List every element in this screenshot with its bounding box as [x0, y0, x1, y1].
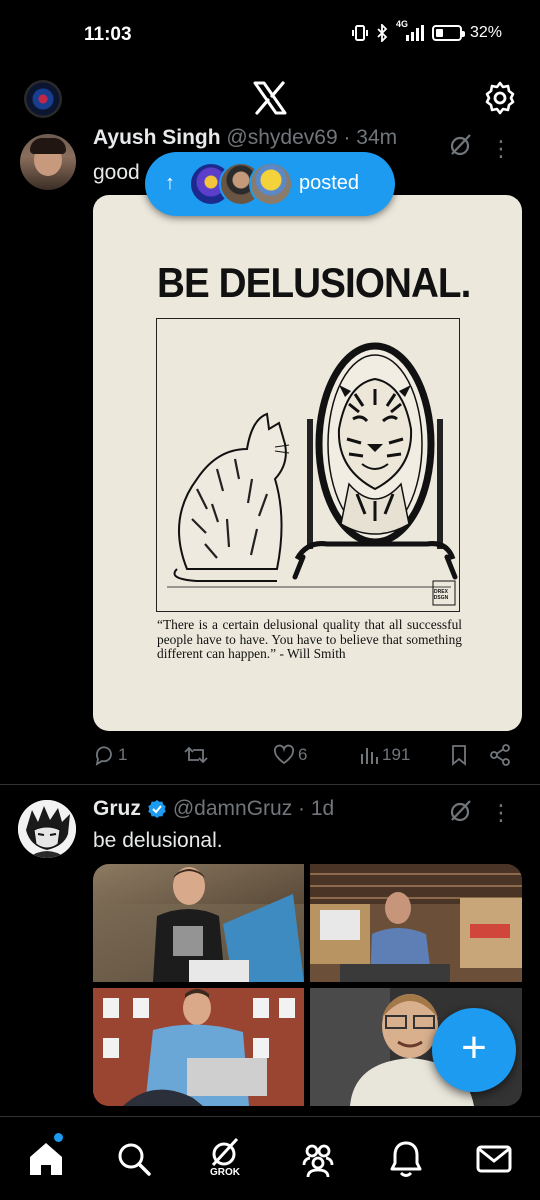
more-icon[interactable]: ⋮: [490, 136, 512, 162]
photo-3-illustration: [93, 988, 304, 1106]
views-icon: [361, 748, 378, 764]
photo-1-illustration: [93, 867, 304, 982]
bookmark-icon[interactable]: [449, 744, 469, 766]
communities-icon[interactable]: [296, 1137, 340, 1181]
reply-button[interactable]: 1: [93, 744, 127, 766]
author-handle[interactable]: @damnGruz · 1d: [173, 797, 334, 821]
tweet-header: Ayush Singh @shydev69 · 34m: [93, 128, 397, 150]
photo-2[interactable]: [310, 864, 522, 982]
author-name[interactable]: Ayush Singh: [93, 128, 221, 149]
battery-fill: [435, 29, 443, 37]
tweet-image[interactable]: BE DELUSIONAL. DREX DSGN “There is a cer…: [93, 195, 522, 731]
search-icon[interactable]: [112, 1137, 156, 1181]
home-icon[interactable]: [24, 1137, 68, 1181]
vibrate-icon: [351, 25, 368, 41]
tweet-ayush[interactable]: Ayush Singh @shydev69 · 34m ⋮ good BE DE…: [0, 128, 540, 788]
status-bar: 11:03 4G 32%: [0, 0, 540, 72]
tweet-actions: 1 6 191: [93, 744, 523, 774]
cat-tiger-mirror-illustration: [167, 342, 458, 606]
grok-label: GROK: [210, 1167, 240, 1178]
compose-button[interactable]: +: [432, 1008, 516, 1092]
avatar[interactable]: [18, 800, 76, 858]
posted-label: posted: [299, 172, 360, 194]
poster-watermark: DREX DSGN: [433, 589, 449, 601]
bluetooth-icon: [377, 24, 388, 42]
mail-icon[interactable]: [472, 1137, 516, 1181]
grok-icon: [211, 1137, 239, 1167]
top-bar: [0, 72, 540, 128]
home-notification-dot: [54, 1133, 63, 1142]
profile-avatar-button[interactable]: [24, 80, 62, 118]
grok-icon[interactable]: [448, 798, 474, 824]
x-logo-icon[interactable]: [252, 80, 288, 116]
tweet-header: Gruz @damnGruz · 1d: [93, 797, 334, 821]
like-count: 6: [298, 745, 308, 764]
more-icon[interactable]: ⋮: [490, 800, 512, 826]
share-icon[interactable]: [489, 744, 511, 766]
views-count: 191: [382, 745, 411, 764]
reply-count: 1: [118, 745, 128, 764]
status-icons: 4G 32%: [351, 19, 502, 42]
divider: [0, 784, 540, 785]
grok-icon[interactable]: [448, 132, 474, 158]
manga-avatar-illustration: [18, 800, 76, 858]
battery-icon: [431, 25, 465, 41]
photo-3[interactable]: [93, 988, 304, 1106]
status-time: 11:03: [84, 24, 132, 45]
verified-badge-icon: [148, 800, 166, 818]
author-name[interactable]: Gruz: [93, 797, 141, 821]
heart-icon: [273, 744, 295, 765]
reply-icon: [95, 746, 112, 766]
avatar[interactable]: [20, 134, 76, 190]
views-button[interactable]: 191: [359, 744, 410, 766]
plus-icon: +: [461, 1023, 487, 1072]
bottom-nav: GROK: [0, 1116, 540, 1200]
photo-1[interactable]: [93, 864, 304, 982]
author-handle[interactable]: @shydev69 · 34m: [226, 128, 397, 149]
tweet-text: good: [93, 161, 140, 184]
grok-tab[interactable]: GROK: [203, 1137, 247, 1181]
like-button[interactable]: 6: [273, 744, 307, 766]
repost-icon: [184, 746, 208, 764]
battery-percent: 32%: [469, 24, 502, 41]
repost-button[interactable]: [183, 744, 212, 766]
bell-icon[interactable]: [384, 1137, 428, 1181]
photo-2-illustration: [310, 864, 522, 982]
poster-title: BE DELUSIONAL.: [157, 259, 471, 306]
poster-illustration: DREX DSGN: [156, 318, 460, 612]
tweet-text: be delusional.: [93, 829, 223, 852]
gear-icon[interactable]: [482, 80, 518, 116]
poster-quote: “There is a certain delusional quality t…: [157, 617, 462, 661]
avatar: [249, 162, 293, 206]
new-posts-pill[interactable]: ↑ posted: [145, 152, 395, 216]
arrow-up-icon: ↑: [165, 172, 175, 194]
signal-icon: 4G: [396, 19, 424, 42]
